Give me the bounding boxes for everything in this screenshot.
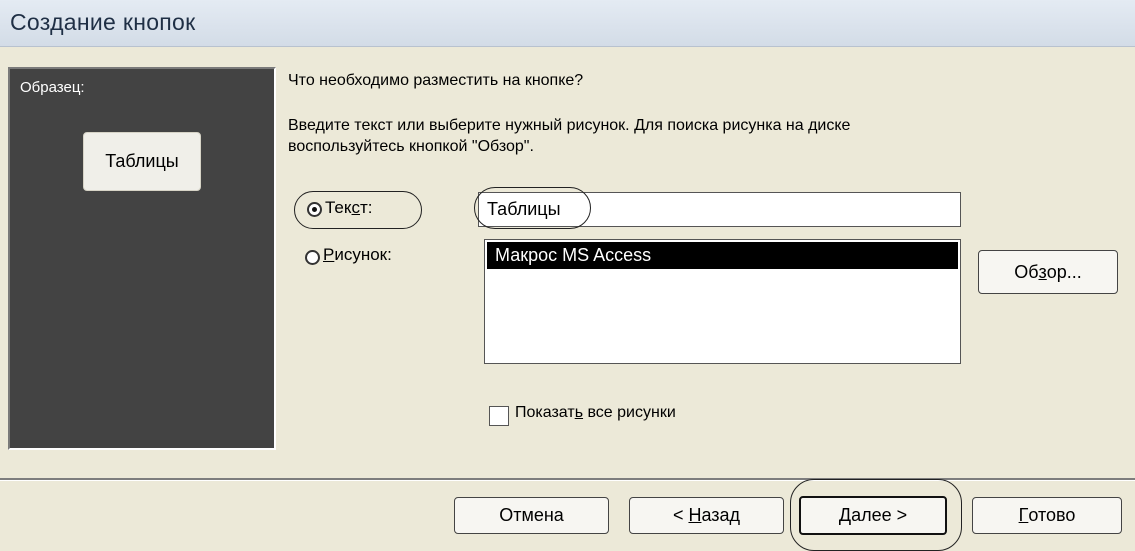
picture-radio-label[interactable]: Рисунок: [323,244,392,266]
window-title: Создание кнопок [10,9,196,35]
instructions-line-2: воспользуйтесь кнопкой "Обзор". [288,138,534,155]
finish-button[interactable]: Готово [972,497,1122,534]
preview-panel: Образец: Таблицы [8,67,276,450]
preview-label: Образец: [20,79,85,96]
instructions-line-1: Введите текст или выберите нужный рисуно… [288,117,851,134]
list-item-selected[interactable]: Макрос MS Access [487,242,958,269]
question-text: Что необходимо разместить на кнопке? [288,72,584,89]
text-radio[interactable] [307,202,322,217]
browse-button[interactable]: Об з ор... [978,250,1118,294]
preview-button: Таблицы [83,132,201,191]
show-all-checkbox[interactable] [489,406,509,426]
cancel-button[interactable]: Отмена [454,497,609,534]
picture-radio[interactable] [305,250,320,265]
back-button[interactable]: < Назад [629,497,784,534]
picture-list[interactable]: Макрос MS Access [484,239,961,364]
title-bar: Создание кнопок [0,0,1135,47]
footer-divider [0,478,1135,481]
show-all-label[interactable]: Показать все рисунки [515,402,676,424]
next-button[interactable]: Далее > [799,496,947,535]
text-radio-label[interactable]: Текст: [325,197,373,219]
highlight-oval-text-input [474,187,591,229]
